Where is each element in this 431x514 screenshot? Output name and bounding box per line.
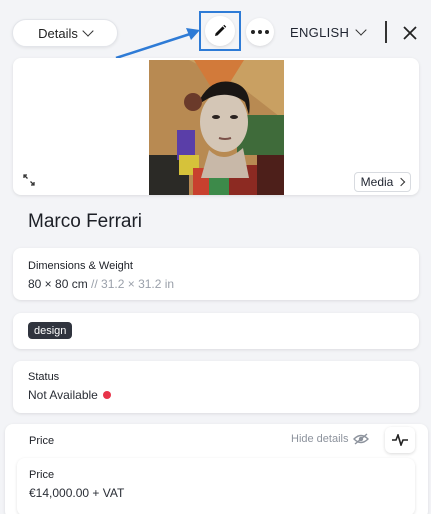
dimensions-cm: 80 × 80 cm [28, 277, 88, 291]
tag-chip[interactable]: design [28, 322, 73, 339]
hide-details-toggle[interactable]: Hide details [291, 433, 370, 445]
expand-icon [23, 174, 35, 186]
hide-details-label: Hide details [291, 433, 349, 445]
more-icon [251, 30, 255, 34]
dimensions-in: // 31.2 × 31.2 in [87, 277, 175, 291]
eye-off-icon [353, 433, 370, 445]
details-label: Details [38, 25, 78, 41]
status-indicator [102, 391, 111, 399]
edit-highlight [199, 11, 241, 51]
dimensions-label: Dimensions & Weight [28, 260, 133, 272]
price-value: €14,000.00 + VAT [29, 486, 125, 500]
price-section: Price Hide details Price €14,000.00 + VA… [5, 424, 428, 514]
close-icon[interactable] [401, 24, 419, 42]
price-section-label: Price [29, 435, 55, 447]
dimensions-card[interactable]: Dimensions & Weight 80 × 80 cm // 31.2 ×… [13, 248, 419, 300]
divider [385, 21, 387, 43]
chevron-down-icon [82, 25, 94, 37]
language-selector[interactable]: ENGLISH [290, 24, 367, 40]
artwork-title: Marco Ferrari [28, 211, 143, 232]
edit-button[interactable] [205, 16, 235, 46]
price-card[interactable]: Price €14,000.00 + VAT [17, 458, 415, 514]
chevron-right-icon [397, 177, 406, 187]
top-toolbar: Details ENGLISH [0, 0, 431, 62]
tags-card[interactable]: design [13, 313, 419, 349]
price-history-button[interactable] [385, 427, 415, 453]
more-options-button[interactable] [246, 18, 274, 46]
status-label: Status [28, 371, 60, 383]
chevron-down-icon [355, 24, 367, 36]
dimensions-value: 80 × 80 cm // 31.2 × 31.2 in [28, 277, 174, 291]
status-value-row: Not Available [28, 388, 111, 402]
pulse-icon [392, 434, 408, 446]
details-dropdown-button[interactable]: Details [12, 19, 118, 47]
pencil-icon [215, 24, 227, 36]
media-label: Media [360, 175, 394, 189]
language-label: ENGLISH [290, 24, 350, 40]
status-card[interactable]: Status Not Available [13, 361, 419, 413]
price-label: Price [29, 469, 55, 481]
media-card: Media [13, 58, 419, 195]
status-value: Not Available [28, 388, 98, 402]
media-button[interactable]: Media [354, 172, 411, 192]
expand-button[interactable] [18, 170, 40, 190]
artwork-image[interactable] [149, 60, 284, 195]
